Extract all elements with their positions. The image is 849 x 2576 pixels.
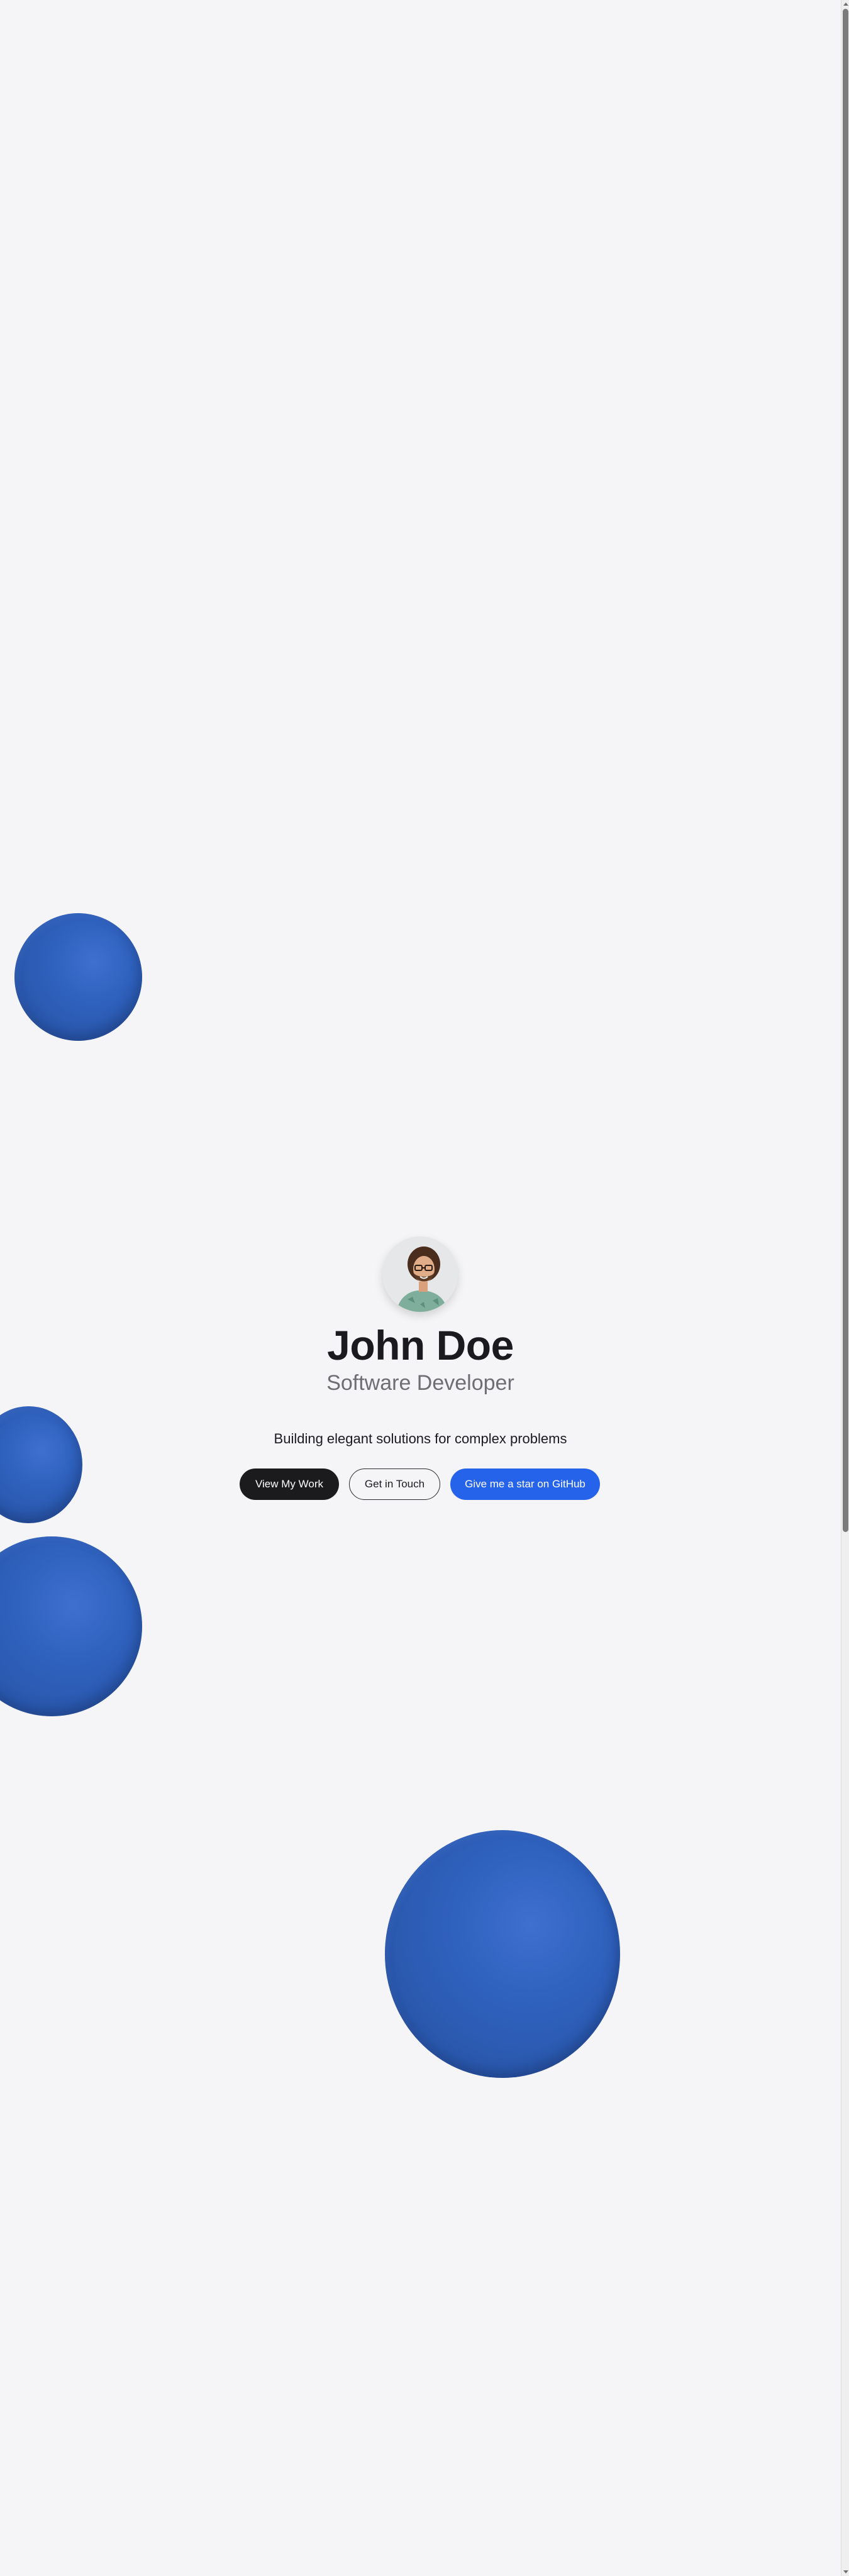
profile-photo-icon: [382, 1236, 458, 1312]
profile-role: Software Developer: [326, 1371, 514, 1395]
view-my-work-button[interactable]: View My Work: [240, 1468, 339, 1500]
scroll-up-icon[interactable]: [843, 3, 848, 6]
page: John Doe Software Developer Building ele…: [0, 0, 841, 2576]
github-star-button[interactable]: Give me a star on GitHub: [450, 1468, 600, 1500]
scroll-down-icon[interactable]: [843, 2570, 848, 2573]
vertical-scrollbar[interactable]: [841, 0, 849, 2576]
profile-name: John Doe: [327, 1322, 514, 1368]
get-in-touch-button[interactable]: Get in Touch: [349, 1468, 440, 1500]
avatar: [382, 1236, 458, 1312]
profile-tagline: Building elegant solutions for complex p…: [274, 1431, 567, 1446]
scrollbar-thumb[interactable]: [843, 9, 848, 1532]
decorative-sphere: [385, 1830, 620, 2078]
hero-actions: View My Work Get in Touch Give me a star…: [0, 1468, 841, 1501]
decorative-sphere: [0, 1536, 142, 1716]
decorative-sphere: [0, 1406, 82, 1523]
decorative-sphere: [14, 913, 142, 1041]
